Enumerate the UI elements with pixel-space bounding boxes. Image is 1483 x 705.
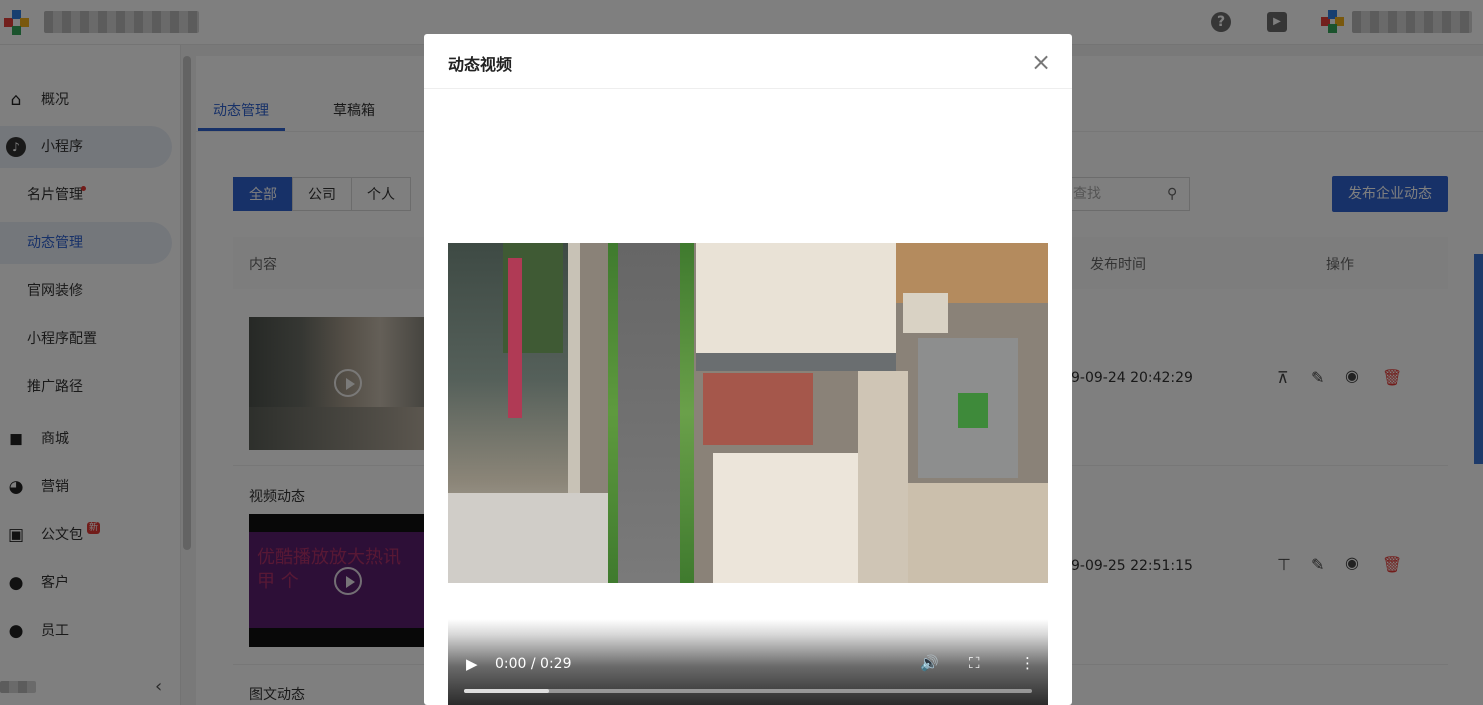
time-display: 0:00 / 0:29 [495,656,572,672]
fullscreen-icon[interactable]: ⛶ [969,654,980,672]
video-frame[interactable] [448,243,1048,583]
close-icon[interactable]: × [1031,48,1051,76]
play-icon[interactable]: ▶ [466,655,478,673]
volume-icon[interactable]: 🔊 [920,654,939,672]
video-controls: ▶ 0:00 / 0:29 🔊 ⛶ ⋮ [448,619,1048,705]
video-progress-fill [464,689,550,693]
video-progress-bar[interactable] [464,689,1032,693]
more-options-icon[interactable]: ⋮ [1020,654,1035,672]
modal-header-divider [424,88,1072,89]
video-modal: 动态视频 × ▶ 0:00 / 0:29 🔊 ⛶ ⋮ [424,34,1072,705]
side-float-panel[interactable] [1474,254,1483,464]
modal-title: 动态视频 [448,55,513,74]
